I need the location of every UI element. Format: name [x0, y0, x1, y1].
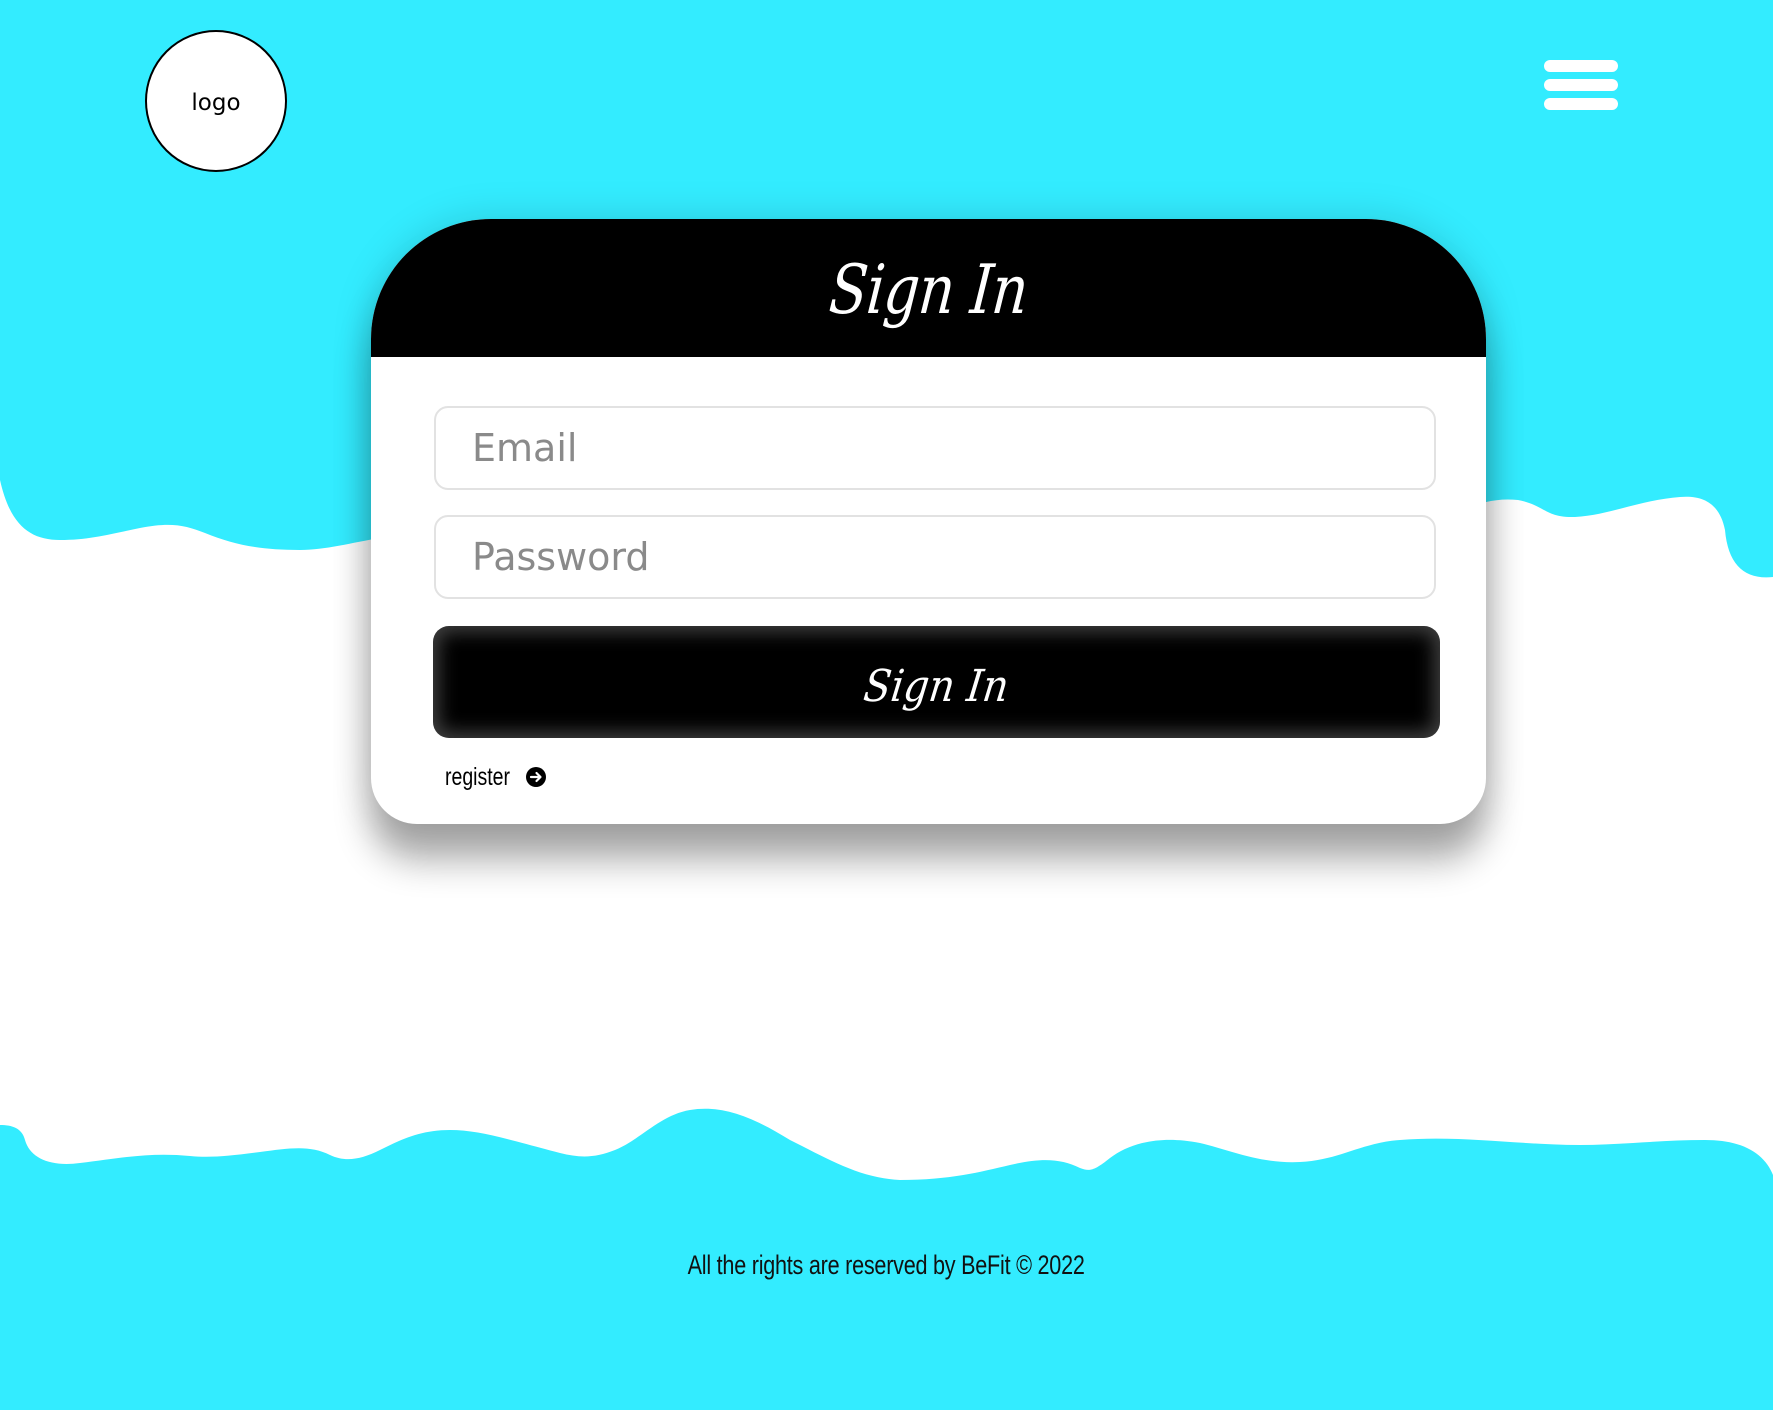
sign-in-button-label: Sign In	[861, 660, 1012, 712]
logo-text: logo	[191, 90, 241, 116]
footer-copyright-text: All the rights are reserved by BeFit © 2…	[688, 1250, 1085, 1280]
register-link[interactable]: register	[445, 757, 547, 797]
hamburger-menu-icon[interactable]	[1544, 58, 1618, 114]
register-label: register	[445, 762, 511, 791]
sign-in-card: Sign In Sign In register	[371, 219, 1486, 824]
menu-bar	[1544, 79, 1618, 91]
card-header: Sign In	[371, 219, 1486, 357]
password-input[interactable]	[436, 517, 1434, 597]
card-title: Sign In	[826, 251, 1031, 330]
email-input[interactable]	[436, 408, 1434, 488]
menu-bar	[1544, 60, 1618, 72]
menu-bar	[1544, 98, 1618, 110]
sign-in-button[interactable]: Sign In	[433, 626, 1440, 738]
logo[interactable]: logo	[145, 30, 287, 172]
arrow-right-circle-icon	[526, 767, 546, 787]
email-field[interactable]	[434, 406, 1436, 490]
footer-copyright: All the rights are reserved by BeFit © 2…	[0, 1250, 1773, 1281]
sign-in-page: logo Sign In Sign In register All the ri…	[0, 0, 1773, 1410]
password-field[interactable]	[434, 515, 1436, 599]
